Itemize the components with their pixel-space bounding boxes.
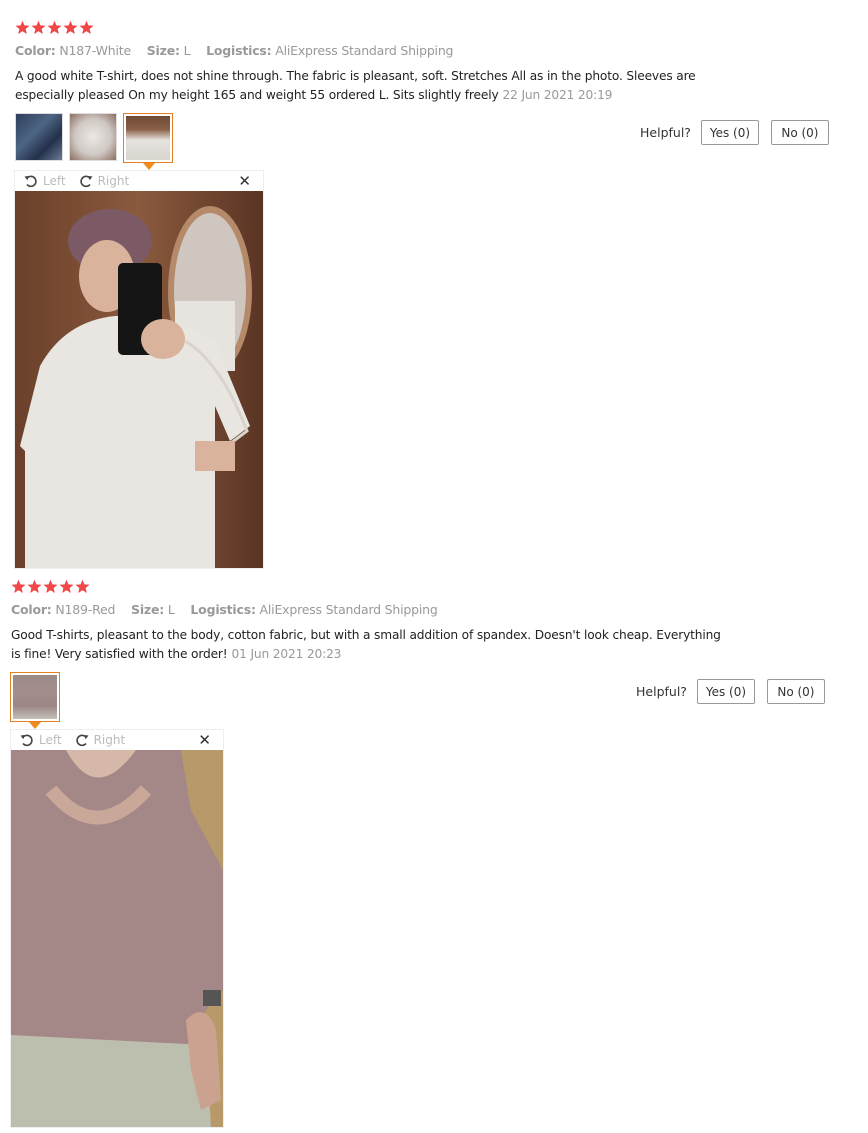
logistics-value: AliExpress Standard Shipping [259, 602, 438, 617]
rotate-left-label: Left [39, 733, 62, 747]
size-value: L [183, 43, 191, 58]
rotate-left-button[interactable]: Left [19, 732, 62, 748]
star-icon [79, 20, 94, 34]
rotate-right-label: Right [93, 733, 126, 747]
rotate-left-icon [24, 175, 37, 188]
review-meta: Color: N187-White Size: L Logistics: Ali… [15, 43, 465, 58]
viewer-toolbar: Left Right ✕ [11, 730, 223, 750]
rotate-left-button[interactable]: Left [23, 173, 66, 189]
star-rating [11, 579, 90, 594]
size-value: L [167, 602, 175, 617]
photo-thumbnails [15, 113, 173, 163]
star-icon [31, 20, 46, 34]
photo-viewer: Left Right ✕ [14, 170, 264, 569]
star-icon [63, 20, 78, 34]
review-photo-image [15, 191, 263, 568]
review-body: Good T-shirts, pleasant to the body, cot… [11, 628, 721, 661]
active-thumbnail-caret [143, 163, 155, 170]
close-icon[interactable]: ✕ [198, 731, 211, 749]
star-icon [47, 20, 62, 34]
color-label: Color: [11, 602, 52, 617]
photo-thumbnail[interactable] [69, 113, 117, 161]
star-icon [43, 579, 58, 593]
review-date: 01 Jun 2021 20:23 [231, 646, 342, 661]
photo-thumbnails [10, 672, 60, 722]
photo-thumbnail-active[interactable] [10, 672, 60, 722]
color-label: Color: [15, 43, 56, 58]
logistics-label: Logistics: [190, 602, 256, 617]
review-photo [15, 191, 263, 568]
helpful-label: Helpful? [636, 684, 687, 699]
size-label: Size: [131, 602, 165, 617]
star-icon [11, 579, 26, 593]
close-icon[interactable]: ✕ [238, 172, 251, 190]
photo-thumbnail[interactable] [15, 113, 63, 161]
review-date: 22 Jun 2021 20:19 [502, 87, 613, 102]
rotate-right-button[interactable]: Right [78, 173, 130, 189]
rotate-right-icon [75, 734, 89, 747]
star-icon [27, 579, 42, 593]
rotate-left-icon [20, 734, 33, 747]
logistics-value: AliExpress Standard Shipping [275, 43, 454, 58]
viewer-toolbar: Left Right ✕ [15, 171, 263, 191]
review-text: A good white T-shirt, does not shine thr… [15, 67, 730, 104]
size-label: Size: [146, 43, 180, 58]
helpful-yes-button[interactable]: Yes (0) [700, 120, 759, 145]
review-photo [11, 750, 223, 1127]
review-text: Good T-shirts, pleasant to the body, cot… [11, 626, 726, 663]
star-icon [75, 579, 90, 593]
helpful-no-button[interactable]: No (0) [770, 120, 829, 145]
rotate-right-icon [79, 175, 93, 188]
color-value: N189-Red [55, 602, 116, 617]
star-rating [15, 20, 94, 35]
photo-viewer: Left Right ✕ [10, 729, 224, 1128]
rotate-left-label: Left [43, 174, 66, 188]
helpful-label: Helpful? [640, 125, 691, 140]
rotate-right-button[interactable]: Right [74, 732, 126, 748]
color-value: N187-White [59, 43, 131, 58]
review-photo-image [11, 750, 223, 1127]
star-icon [15, 20, 30, 34]
active-thumbnail-caret [29, 722, 41, 729]
helpful-yes-button[interactable]: Yes (0) [696, 679, 755, 704]
logistics-label: Logistics: [206, 43, 272, 58]
review-meta: Color: N189-Red Size: L Logistics: AliEx… [11, 602, 450, 617]
photo-thumbnail-active[interactable] [123, 113, 173, 163]
star-icon [59, 579, 74, 593]
helpful-box: Helpful? Yes (0) No (0) [636, 679, 825, 704]
helpful-no-button[interactable]: No (0) [766, 679, 825, 704]
helpful-box: Helpful? Yes (0) No (0) [640, 120, 829, 145]
rotate-right-label: Right [97, 174, 130, 188]
